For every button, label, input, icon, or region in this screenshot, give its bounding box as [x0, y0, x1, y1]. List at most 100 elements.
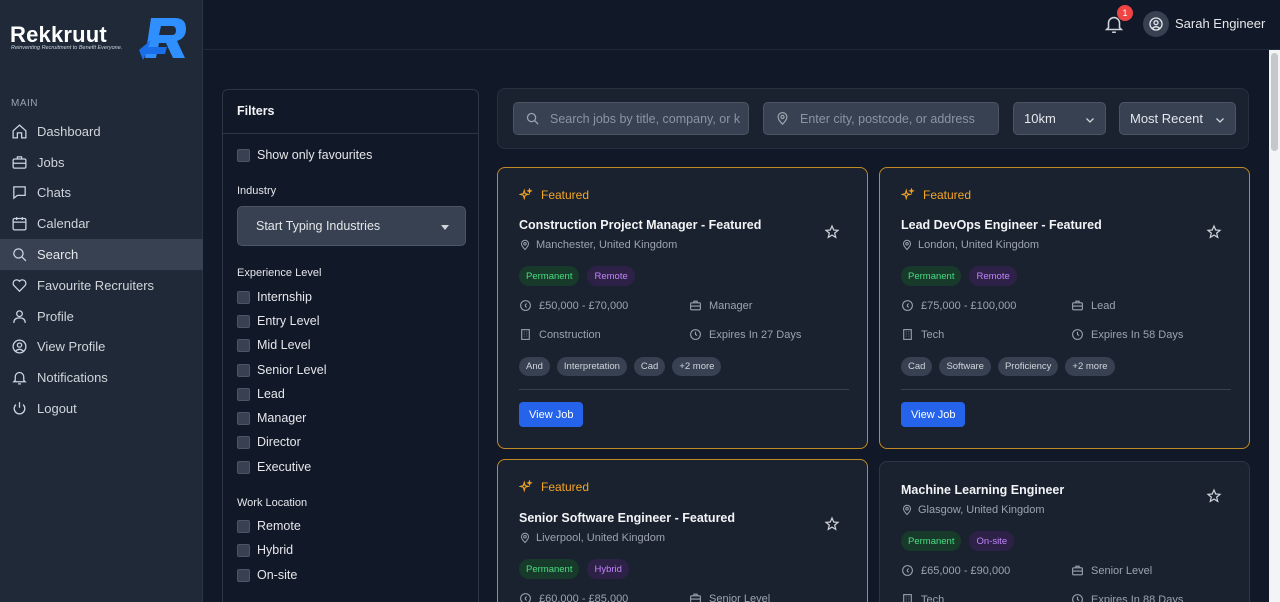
experience-option-director[interactable]: Director [237, 435, 301, 449]
sidebar-item-search[interactable]: Search [0, 239, 203, 270]
sparkles-icon [519, 480, 533, 493]
sidebar-item-label: Chats [37, 185, 71, 201]
sidebar-item-profile[interactable]: Profile [0, 301, 203, 332]
location-search-field[interactable] [763, 102, 999, 135]
more-skills-chip[interactable]: +2 more [1065, 357, 1115, 376]
home-icon [12, 124, 27, 139]
checkbox-box[interactable] [237, 543, 250, 557]
sidebar-item-calendar[interactable]: Calendar [0, 208, 203, 239]
checkbox-box[interactable] [237, 314, 250, 328]
sidebar-item-favourite-recruiters[interactable]: Favourite Recruiters [0, 270, 203, 301]
job-card[interactable]: Featured Construction Project Manager - … [497, 167, 868, 449]
skill-chip: Cad [633, 357, 666, 376]
industry-select[interactable]: Start Typing Industries [237, 206, 466, 246]
radius-select[interactable]: 10km [1013, 102, 1106, 135]
sidebar-item-jobs[interactable]: Jobs [0, 147, 203, 178]
job-level-text: Manager [709, 299, 753, 312]
contract-type-tag: Permanent [519, 266, 580, 286]
job-expiry: Expires In 58 Days [1071, 328, 1183, 341]
job-location-text: Glasgow, United Kingdom [918, 504, 1045, 516]
job-location-text: Manchester, United Kingdom [536, 239, 678, 251]
job-card[interactable]: Machine Learning Engineer Glasgow, Unite… [879, 461, 1250, 602]
job-location: Glasgow, United Kingdom [901, 504, 1045, 516]
job-card[interactable]: Featured Senior Software Engineer - Feat… [497, 459, 868, 602]
location-option-hybrid[interactable]: Hybrid [237, 543, 293, 557]
work-mode-tag: On-site [969, 531, 1015, 551]
clock-icon [690, 329, 701, 340]
checkbox-box[interactable] [237, 519, 250, 533]
sidebar-item-dashboard[interactable]: Dashboard [0, 116, 203, 147]
location-search-input[interactable] [800, 111, 998, 126]
job-salary: £60,000 - £85,000 [519, 592, 628, 602]
sidebar-item-chats[interactable]: Chats [0, 178, 203, 209]
job-title[interactable]: Lead DevOps Engineer - Featured [901, 218, 1102, 232]
job-search-field[interactable] [513, 102, 749, 135]
favourite-star-icon[interactable] [824, 224, 840, 240]
job-level-text: Senior Level [709, 592, 771, 602]
job-search-input[interactable] [550, 111, 748, 126]
job-title[interactable]: Machine Learning Engineer [901, 483, 1064, 497]
skill-chip: Proficiency [997, 357, 1059, 376]
search-icon [526, 112, 539, 125]
checkbox-box[interactable] [237, 387, 250, 401]
checkbox-label: Executive [257, 460, 312, 474]
sidebar-item-view-profile[interactable]: View Profile [0, 332, 203, 363]
favourites-checkbox[interactable]: Show only favourites [237, 148, 372, 162]
map-pin-icon [520, 532, 530, 544]
checkbox-box[interactable] [237, 290, 250, 304]
job-title[interactable]: Senior Software Engineer - Featured [519, 511, 735, 525]
logout-icon [13, 402, 26, 415]
experience-option-entry-level[interactable]: Entry Level [237, 314, 320, 328]
sort-select[interactable]: Most Recent [1119, 102, 1236, 135]
experience-level-label: Experience Level [237, 267, 322, 279]
checkbox-box[interactable] [237, 411, 250, 425]
user-avatar[interactable] [1143, 11, 1169, 37]
briefcase-icon [690, 300, 701, 311]
checkbox-label: Show only favourites [257, 148, 373, 162]
favourite-star-icon[interactable] [1206, 488, 1222, 504]
job-expiry-text: Expires In 58 Days [1091, 328, 1184, 341]
top-bar: 1 Sarah Engineer [204, 0, 1280, 50]
location-option-remote[interactable]: Remote [237, 519, 301, 533]
experience-option-executive[interactable]: Executive [237, 460, 311, 474]
job-card[interactable]: Featured Lead DevOps Engineer - Featured… [879, 167, 1250, 449]
experience-option-senior-level[interactable]: Senior Level [237, 363, 327, 377]
job-salary: £50,000 - £70,000 [519, 299, 628, 312]
location-option-on-site[interactable]: On-site [237, 568, 297, 582]
sidebar-item-notifications[interactable]: Notifications [0, 362, 203, 393]
checkbox-box[interactable] [237, 435, 250, 449]
more-skills-chip[interactable]: +2 more [672, 357, 722, 376]
sparkles-icon [901, 188, 915, 201]
work-mode-tag: Remote [969, 266, 1017, 286]
sidebar-item-logout[interactable]: Logout [0, 393, 203, 424]
featured-label: Featured [541, 188, 590, 202]
map-pin-icon [777, 111, 788, 126]
contract-type-tag: Permanent [901, 266, 962, 286]
experience-option-mid-level[interactable]: Mid Level [237, 338, 311, 352]
user-circle-icon [1149, 17, 1163, 31]
job-title[interactable]: Construction Project Manager - Featured [519, 218, 761, 232]
checkbox-box[interactable] [237, 568, 250, 582]
experience-option-lead[interactable]: Lead [237, 387, 285, 401]
job-level: Senior Level [689, 592, 770, 602]
favourite-star-icon[interactable] [1206, 224, 1222, 240]
checkbox-box[interactable] [237, 148, 250, 162]
brand-logo[interactable]: Rekkruut Reinventing Recruitment to Bene… [10, 14, 190, 64]
caret-down-icon [441, 225, 449, 230]
checkbox-box[interactable] [237, 363, 250, 377]
experience-option-manager[interactable]: Manager [237, 411, 306, 425]
page-scrollbar-thumb[interactable] [1271, 53, 1278, 151]
divider [519, 389, 849, 390]
view-job-button[interactable]: View Job [519, 402, 584, 427]
checkbox-box[interactable] [237, 338, 250, 352]
job-industry-text: Tech [921, 328, 945, 341]
experience-option-internship[interactable]: Internship [237, 290, 312, 304]
checkbox-label: Entry Level [257, 314, 320, 328]
featured-label: Featured [541, 480, 590, 494]
favourite-star-icon[interactable] [824, 516, 840, 532]
user-name[interactable]: Sarah Engineer [1175, 16, 1265, 31]
view-job-button[interactable]: View Job [901, 402, 966, 427]
notification-count-badge: 1 [1117, 5, 1133, 21]
job-skills: Cad Software Proficiency +2 more [901, 357, 1115, 376]
checkbox-box[interactable] [237, 460, 250, 474]
